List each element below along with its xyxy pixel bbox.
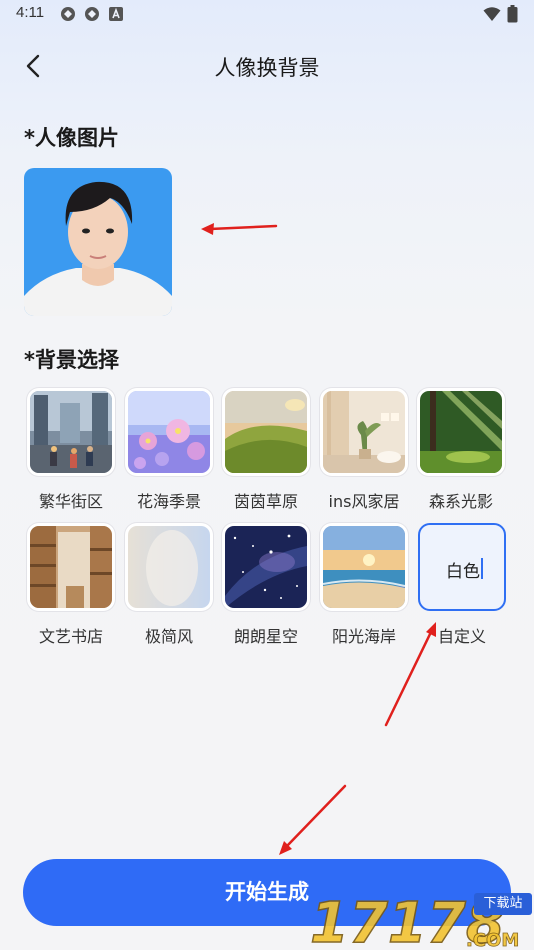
- bg-option-label: 自定义: [437, 627, 486, 646]
- page-title: 人像换背景: [214, 56, 320, 80]
- bg-option-minimal[interactable]: 极简风: [125, 523, 215, 646]
- bookstore-thumb: [30, 526, 112, 608]
- flower-field-thumb: [128, 391, 210, 473]
- bg-option-city-street[interactable]: 繁华街区: [27, 388, 117, 511]
- bg-option-label: 阳光海岸: [331, 627, 396, 646]
- bg-option-label: 茵茵草原: [233, 492, 298, 511]
- back-button[interactable]: [16, 48, 52, 84]
- sunny-coast-thumb: [323, 526, 405, 608]
- thumb-frame: [320, 388, 408, 476]
- text-caret: [481, 558, 483, 579]
- bg-option-label: 森系光影: [428, 492, 493, 511]
- wifi-icon: [483, 7, 501, 21]
- bg-option-forest-light[interactable]: 森系光影: [417, 388, 507, 511]
- nav-bar: 人像换背景: [0, 40, 534, 92]
- bg-option-label: 花海季景: [136, 492, 201, 511]
- thumb-frame: [222, 388, 310, 476]
- minimal-thumb: [128, 526, 210, 608]
- thumb-frame: [320, 523, 408, 611]
- background-section-title: *背景选择: [24, 348, 119, 372]
- app-icon-1: [61, 7, 75, 21]
- starry-sky-thumb: [225, 526, 307, 608]
- bg-option-label: 朗朗星空: [233, 627, 298, 646]
- bg-option-bookstore[interactable]: 文艺书店: [27, 523, 117, 646]
- forest-light-thumb: [420, 391, 502, 473]
- battery-icon: [507, 5, 518, 23]
- thumb-frame: [125, 523, 213, 611]
- portrait-section-title: *人像图片: [24, 126, 119, 150]
- bg-option-ins-home[interactable]: ins风家居: [320, 388, 410, 511]
- thumb-frame: [222, 523, 310, 611]
- portrait-photo: [24, 168, 172, 316]
- city-street-thumb: [30, 391, 112, 473]
- thumb-frame: [27, 523, 115, 611]
- grassland-thumb: [225, 391, 307, 473]
- bg-option-label: 文艺书店: [38, 627, 103, 646]
- portrait-image[interactable]: [24, 168, 172, 316]
- bg-option-label: 繁华街区: [38, 492, 103, 511]
- status-bar: 4:11: [0, 0, 534, 30]
- bg-option-custom[interactable]: 白色 自定义: [418, 523, 508, 646]
- arrowhead: [201, 223, 214, 235]
- bg-option-sunny-coast[interactable]: 阳光海岸: [320, 523, 410, 646]
- custom-color-field[interactable]: 白色: [418, 523, 506, 611]
- thumb-frame: [417, 388, 505, 476]
- chevron-left-icon: [26, 54, 40, 78]
- annotation-arrow-portrait: [208, 224, 278, 231]
- bg-option-grassland[interactable]: 茵茵草原: [222, 388, 312, 511]
- custom-color-input[interactable]: 白色: [446, 557, 506, 582]
- status-time: 4:11: [16, 4, 45, 21]
- bg-option-label: ins风家居: [328, 492, 400, 511]
- bg-option-starry-sky[interactable]: 朗朗星空: [222, 523, 312, 646]
- arrowhead: [279, 841, 292, 855]
- bg-option-label: 极简风: [144, 627, 193, 646]
- thumb-frame: [125, 388, 213, 476]
- bg-option-flower-field[interactable]: 花海季景: [125, 388, 215, 511]
- a-badge-icon: [109, 7, 123, 21]
- watermark-sub: .COM: [466, 930, 519, 950]
- watermark-badge: 下载站: [474, 893, 532, 915]
- app-icon-2: [85, 7, 99, 21]
- ins-home-thumb: [323, 391, 405, 473]
- annotation-arrow-generate: [285, 784, 347, 848]
- thumb-frame: [27, 388, 115, 476]
